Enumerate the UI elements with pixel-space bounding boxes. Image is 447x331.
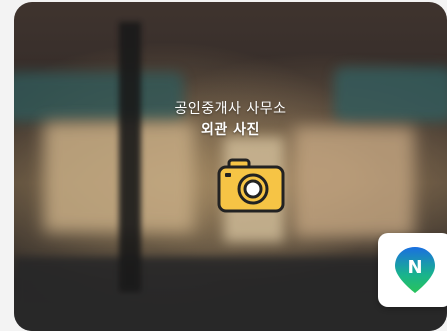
camera-icon bbox=[215, 158, 287, 214]
photo-caption-subtitle: 외관 사진 bbox=[201, 122, 260, 138]
naver-map-letter: N bbox=[407, 257, 422, 278]
photo-caption-title: 공인중개사 사무소 bbox=[174, 101, 287, 117]
naver-map-icon: N bbox=[395, 247, 435, 293]
office-exterior-photo: 공인중개사 사무소 외관 사진 N bbox=[14, 2, 447, 331]
naver-map-button[interactable]: N bbox=[378, 233, 447, 307]
